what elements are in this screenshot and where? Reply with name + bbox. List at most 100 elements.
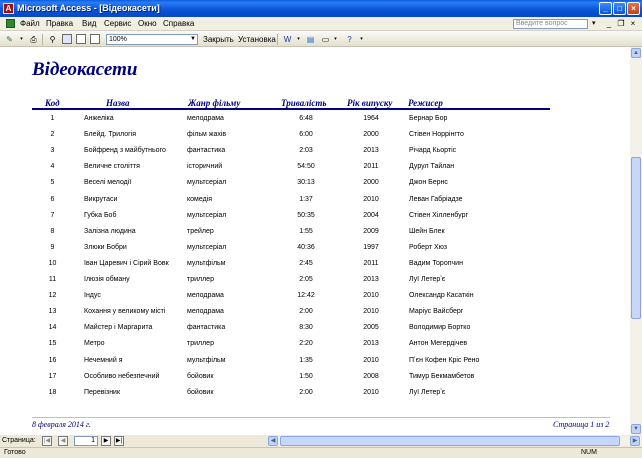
cell-year: 2013 [363, 340, 379, 348]
cell-genre: комедія [187, 195, 213, 203]
page-setup-button[interactable]: Установка [238, 34, 276, 45]
zoom-select[interactable]: 100% ▼ [106, 34, 198, 45]
cell-director: Бернар Бор [409, 115, 448, 122]
cell-code: 4 [50, 163, 55, 171]
column-header-year: Рік випуску [347, 98, 393, 108]
vertical-scrollbar[interactable]: ▲ ▼ [630, 47, 642, 435]
menu-service[interactable]: Сервис [104, 18, 131, 29]
table-row: 11 Ілюзія обману триллер 2:05 2013 Луї Летерʼ… [0, 272, 630, 288]
cell-genre: фільм жахів [187, 131, 227, 139]
cell-code: 8 [50, 227, 55, 235]
cell-code: 6 [50, 195, 55, 203]
office-links-icon[interactable]: W [282, 34, 293, 45]
report-title: Відеокасети [32, 59, 138, 80]
cell-code: 15 [48, 340, 57, 348]
cell-code: 18 [48, 388, 57, 396]
zoom-icon[interactable]: ⚲ [47, 34, 58, 45]
cell-duration: 6:48 [299, 115, 313, 122]
multiple-pages-icon[interactable] [90, 34, 100, 44]
cell-code: 16 [48, 356, 57, 364]
report-page: Відеокасети Код Назва Жанр фільму Тривал… [0, 47, 630, 435]
footer-date: 8 февраля 2014 г. [32, 420, 91, 429]
column-header-name: Назва [106, 98, 130, 108]
cell-genre: бойовик [187, 372, 214, 380]
cell-director: Тимур Бекмамбетов [409, 372, 475, 380]
cell-duration: 12:42 [297, 292, 315, 300]
menu-file[interactable]: Файл [20, 18, 40, 29]
cell-director: Шейн Блек [409, 227, 445, 235]
first-page-button[interactable]: |◀ [42, 436, 52, 446]
table-row: 8 Залізна людина трейлер 1:55 2009 Шейн Блек [0, 224, 630, 240]
chevron-down-icon[interactable]: ▾ [330, 34, 341, 45]
cell-director: Стівен Норрінгто [409, 131, 464, 139]
horizontal-scrollbar[interactable]: ◀ ▶ [268, 436, 642, 446]
maximize-button[interactable]: □ [613, 2, 626, 15]
minimize-button[interactable]: _ [599, 2, 612, 15]
cell-director: Антон Мегердічев [409, 340, 468, 348]
cell-year: 1997 [363, 243, 379, 251]
table-row: 17 Особливо небезпечний бойовик 1:50 2008 Тим… [0, 369, 630, 385]
last-page-button[interactable]: ▶| [114, 436, 124, 446]
design-view-icon[interactable]: ✎ [4, 34, 15, 45]
cell-name: Ілюзія обману [84, 276, 130, 283]
mdi-minimize-button[interactable]: _ [604, 19, 614, 29]
table-row: 3 Бойфренд з майбутнього фантастика 2:03 201… [0, 143, 630, 159]
menu-edit[interactable]: Правка [46, 18, 73, 29]
chevron-down-icon[interactable]: ▾ [356, 34, 367, 45]
scroll-left-button[interactable]: ◀ [268, 436, 278, 446]
vertical-scroll-thumb[interactable] [631, 157, 641, 319]
cell-director: Стівен Хілленбург [409, 211, 469, 219]
header-divider [32, 108, 550, 110]
cell-genre: історичний [187, 163, 223, 171]
cell-duration: 2:00 [299, 308, 313, 316]
print-icon[interactable]: ⎙ [28, 34, 39, 45]
menu-window[interactable]: Окно [138, 18, 157, 29]
mdi-close-button[interactable]: × [628, 19, 638, 29]
scroll-right-button[interactable]: ▶ [630, 436, 640, 446]
chevron-down-icon: ▼ [190, 36, 196, 42]
cell-year: 2010 [363, 356, 379, 364]
cell-year: 2000 [363, 131, 379, 139]
table-row: 15 Метро триллер 2:20 2013 Антон Мегердічев [0, 336, 630, 352]
previous-page-button[interactable]: ◀ [58, 436, 68, 446]
cell-duration: 30:13 [297, 179, 315, 187]
record-navigation-bar: Страница: |◀ ◀ 1 ▶ ▶| ◀ ▶ [0, 435, 642, 447]
menu-help[interactable]: Справка [163, 18, 194, 29]
page-number-input[interactable]: 1 [74, 436, 98, 446]
cell-duration: 2:03 [299, 147, 313, 155]
cell-year: 2010 [363, 195, 379, 203]
help-search-input[interactable]: Введите вопрос [513, 19, 588, 29]
cell-director: Маріус Вайсберг [409, 308, 464, 316]
print-preview-area: Відеокасети Код Назва Жанр фільму Тривал… [0, 47, 642, 435]
database-window-icon[interactable]: ▤ [305, 34, 316, 45]
next-page-button[interactable]: ▶ [101, 436, 111, 446]
horizontal-scroll-thumb[interactable] [280, 436, 620, 446]
cell-name: Іван Царевич і Сірий Вовк [84, 259, 169, 267]
close-preview-button[interactable]: Закрыть [203, 34, 234, 45]
chevron-down-icon[interactable]: ▾ [293, 34, 304, 45]
scroll-down-button[interactable]: ▼ [631, 424, 641, 434]
table-row: 18 Перевізник бойовик 2:00 2010 Луї Летерʼє [0, 385, 630, 401]
scroll-up-button[interactable]: ▲ [631, 48, 641, 58]
cell-code: 3 [50, 147, 55, 155]
cell-name: Величне століття [84, 163, 140, 171]
cell-genre: мультсеріал [187, 243, 227, 251]
mdi-restore-button[interactable]: ❐ [616, 19, 626, 29]
cell-director: Олександр Касаткін [409, 292, 474, 300]
one-page-icon[interactable] [62, 34, 72, 44]
table-row: 7 Губка Боб мультсеріал 50:35 2004 Стівен Хіл… [0, 208, 630, 224]
two-pages-icon[interactable] [76, 34, 86, 44]
title-bar: A Microsoft Access - [Відеокасети] _ □ × [0, 0, 642, 17]
access-app-icon[interactable]: A [3, 3, 14, 14]
close-button[interactable]: × [627, 2, 640, 15]
chevron-down-icon[interactable]: ▾ [592, 19, 596, 29]
menu-view[interactable]: Вид [82, 18, 96, 29]
chevron-down-icon[interactable]: ▾ [16, 34, 27, 45]
help-icon[interactable]: ? [344, 34, 355, 45]
cell-code: 13 [48, 308, 57, 316]
cell-director: Вадим Торопчин [409, 259, 463, 267]
column-header-duration: Тривалість [281, 98, 327, 108]
menu-bar: Файл Правка Вид Сервис Окно Справка Введ… [0, 17, 642, 31]
table-row: 4 Величне століття історичний 54:50 2011 Дуру… [0, 159, 630, 175]
report-icon[interactable] [6, 19, 15, 28]
